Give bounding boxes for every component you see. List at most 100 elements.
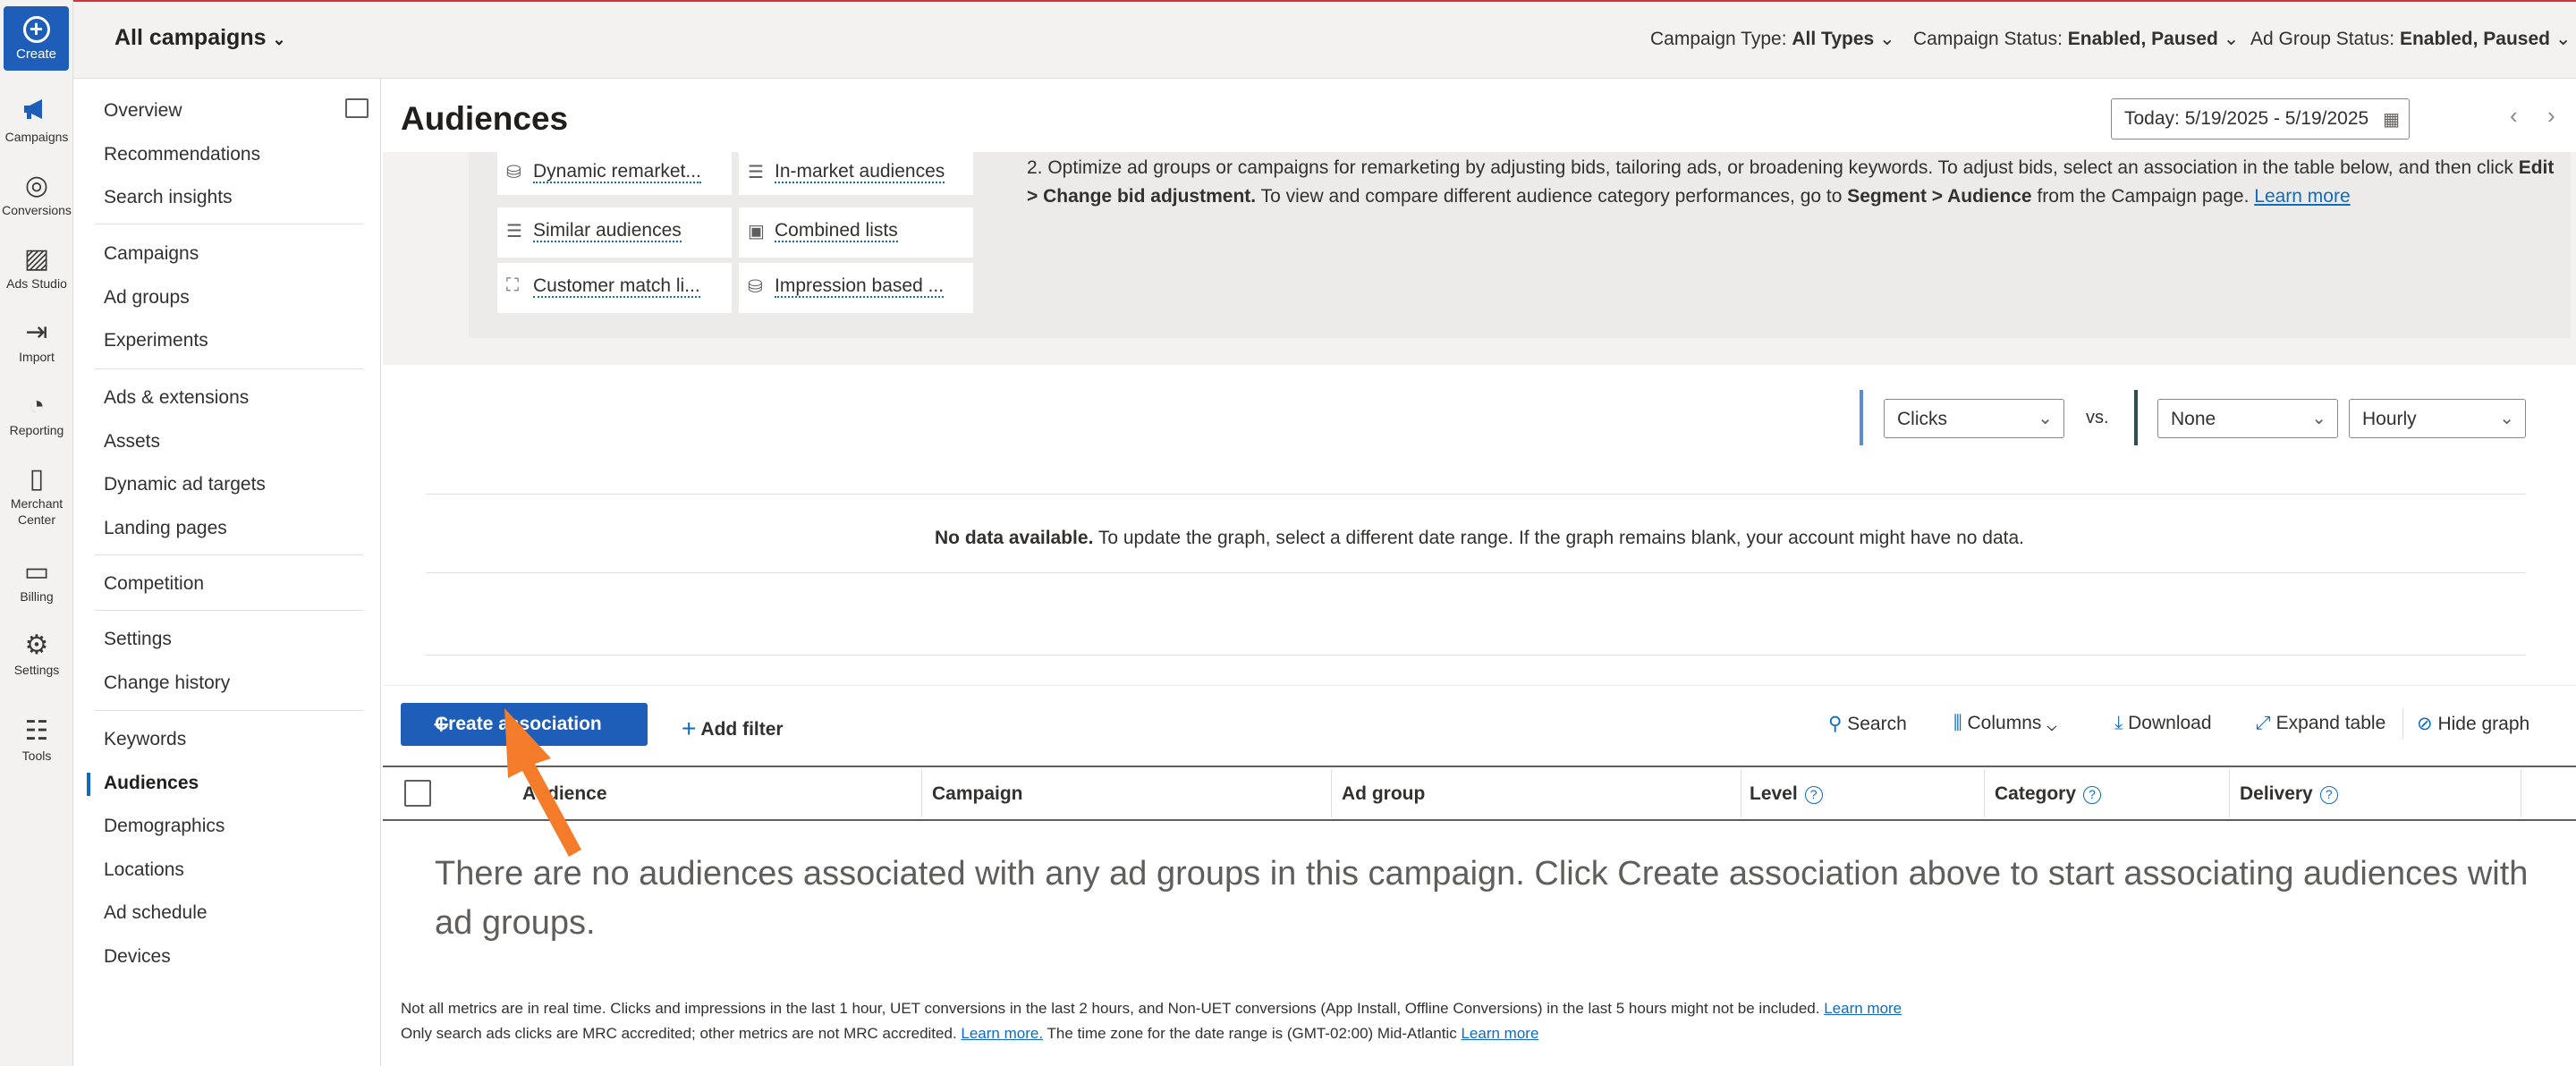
tile-impression-based[interactable]: ⛁ Impression based ... [739,263,973,313]
filter-campaign-type[interactable]: Campaign Type: All Types ⌄ [1650,28,1895,50]
help-icon[interactable]: ? [2319,786,2338,804]
rail-item-reporting[interactable]: ◔ Reporting [0,390,73,438]
filter-value: Enabled, Paused [2067,29,2218,49]
help-icon[interactable]: ? [2083,786,2102,804]
left-rail: + Create Campaigns ◎ Conversions ▨ Ads S… [0,0,73,1066]
campaign-scope-selector[interactable]: All campaigns ⌄ [114,25,286,51]
tile-combined-lists[interactable]: ▣ Combined lists [739,207,973,258]
create-button[interactable]: + Create [4,6,69,71]
nav-item-experiments[interactable]: Experiments [104,330,208,351]
calendar-icon: ▦ [2383,110,2400,130]
rail-item-import[interactable]: ⇥ Import [0,317,73,365]
nav-item-audiences[interactable]: Audiences [104,773,199,794]
nav-item-ad-schedule[interactable]: Ad schedule [104,902,208,924]
learn-more-link[interactable]: Learn more [2254,186,2350,207]
rail-item-billing[interactable]: ▭ Billing [0,556,73,605]
columns-icon: ⫼ [1953,713,1962,733]
column-header-category[interactable]: Category? [1995,783,2102,805]
tile-customer-match-lists[interactable]: ⛶ Customer match li... [497,263,732,313]
combined-list-icon: ▣ [748,222,765,241]
filter-label: Campaign Status: [1913,29,2063,49]
nav-item-competition[interactable]: Competition [104,573,204,595]
rail-label: Tools [21,749,52,763]
nav-item-locations[interactable]: Locations [104,859,184,881]
tile-label: Impression based ... [775,275,945,298]
tile-similar-audiences[interactable]: ☰ Similar audiences [497,207,732,258]
collapse-panel-icon[interactable] [345,98,369,118]
previous-range-icon[interactable]: ‹ [2510,102,2518,130]
metric1-select[interactable]: Clicks ⌄ [1884,399,2064,438]
plus-icon: + [22,16,50,43]
column-header-level[interactable]: Level? [1750,783,1823,805]
chevron-down-icon: ⌄ [2046,713,2057,733]
tile-dynamic-remarketing[interactable]: ⛁ Dynamic remarket... [497,152,732,195]
gear-icon: ⚙ [24,630,49,660]
filter-campaign-status[interactable]: Campaign Status: Enabled, Paused ⌄ [1913,28,2239,50]
hide-graph-label: Hide graph [2437,714,2530,734]
nav-item-campaigns[interactable]: Campaigns [104,243,199,265]
hide-graph-button[interactable]: ⊘ Hide graph [2417,713,2529,735]
chevron-down-icon: ⌄ [2555,29,2572,49]
tile-in-market-audiences[interactable]: ☰ In-market audiences [739,152,973,195]
graph-gridline [426,494,2526,495]
nav-item-demographics[interactable]: Demographics [104,816,225,837]
nav-item-ads-extensions[interactable]: Ads & extensions [104,387,249,409]
nav-divider [95,554,363,555]
nav-item-overview[interactable]: Overview [104,100,182,122]
no-data-text: To update the graph, select a different … [1093,528,2024,548]
nav-item-recommendations[interactable]: Recommendations [104,144,260,165]
chevron-down-icon: ⌄ [272,30,286,48]
rail-item-conversions[interactable]: ◎ Conversions [0,170,73,218]
add-filter-button[interactable]: + Add filter [682,713,784,742]
nav-item-assets[interactable]: Assets [104,431,160,453]
annotation-arrow-icon [504,708,581,857]
date-range-picker[interactable]: Today: 5/19/2025 - 5/19/2025 ▦ [2111,98,2410,140]
rail-item-campaigns[interactable]: Campaigns [0,97,73,145]
nav-item-ad-groups[interactable]: Ad groups [104,287,190,309]
column-divider [1331,769,1332,817]
column-header-campaign[interactable]: Campaign [932,783,1023,805]
footer-text: The time zone for the date range is (GMT… [1043,1025,1462,1042]
rail-item-settings[interactable]: ⚙ Settings [0,630,73,678]
column-header-ad-group[interactable]: Ad group [1342,783,1425,805]
rail-label: Campaigns [4,130,69,144]
filter-label: Campaign Type: [1650,29,1787,49]
list-icon: ☰ [506,222,522,241]
metric2-select[interactable]: None ⌄ [2157,399,2338,438]
columns-button[interactable]: ⫼ Columns ⌄ [1953,713,2057,734]
select-all-checkbox[interactable] [404,780,431,807]
shopping-bag-icon: ▯ [29,464,45,494]
download-icon: ⤓ [2114,713,2123,733]
next-range-icon[interactable]: › [2547,102,2555,130]
search-button[interactable]: ⚲ Search [1828,713,1907,735]
graph-gridline [426,572,2526,573]
expand-table-button[interactable]: ⤢ Expand table [2256,713,2385,734]
nav-item-dynamic-ad-targets[interactable]: Dynamic ad targets [104,474,266,495]
help-icon[interactable]: ? [1804,786,1823,804]
rail-item-ads-studio[interactable]: ▨ Ads Studio [0,243,73,292]
filter-label: Ad Group Status: [2250,29,2395,49]
nav-item-keywords[interactable]: Keywords [104,729,186,750]
nav-item-change-history[interactable]: Change history [104,673,230,694]
nav-item-landing-pages[interactable]: Landing pages [104,518,227,539]
granularity-select[interactable]: Hourly ⌄ [2349,399,2526,438]
nav-item-settings[interactable]: Settings [104,629,172,650]
granularity-value: Hourly [2362,409,2417,429]
column-divider [921,769,922,817]
metric1-value: Clicks [1897,409,1947,429]
rail-label: Ads Studio [6,276,67,291]
nav-item-devices[interactable]: Devices [104,946,171,968]
plus-icon: + [433,708,450,740]
metric1-color-marker [1860,390,1863,445]
nav-item-search-insights[interactable]: Search insights [104,187,233,208]
download-button[interactable]: ⤓ Download [2114,713,2212,734]
create-label: Create [15,47,57,62]
filter-ad-group-status[interactable]: Ad Group Status: Enabled, Paused ⌄ [2250,28,2571,50]
column-header-delivery[interactable]: Delivery? [2240,783,2338,805]
learn-more-link[interactable]: Learn more. [961,1025,1043,1042]
learn-more-link[interactable]: Learn more [1461,1025,1538,1042]
learn-more-link[interactable]: Learn more [1824,1000,1902,1017]
rail-label: Import [19,350,55,364]
rail-item-merchant-center[interactable]: ▯ Merchant Center [0,463,73,528]
rail-item-tools[interactable]: ☷ Tools [0,715,73,764]
